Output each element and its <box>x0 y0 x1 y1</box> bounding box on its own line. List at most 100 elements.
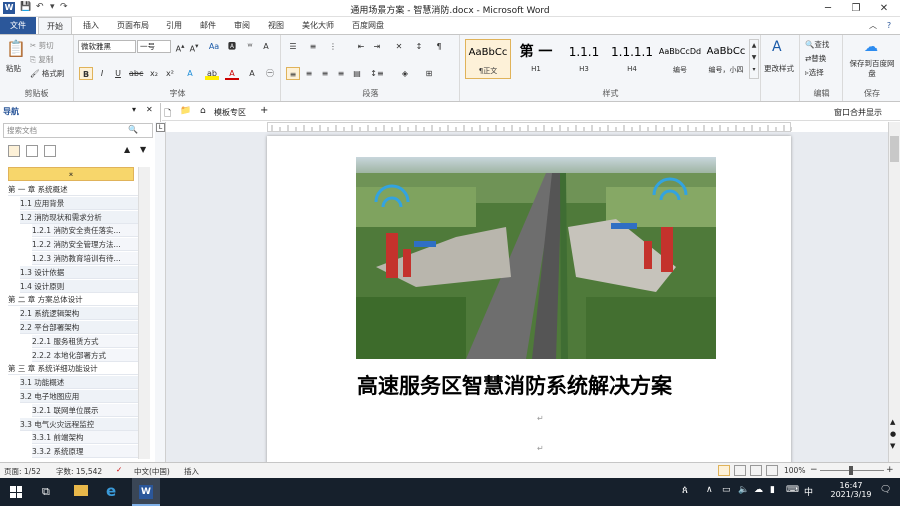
align-right-icon[interactable]: ≡ <box>318 67 332 80</box>
tab-selector-icon[interactable]: L <box>156 123 165 132</box>
sort-icon[interactable]: ↕ <box>412 40 426 53</box>
vertical-scrollbar[interactable]: ▲ ● ▼ <box>888 122 900 462</box>
scroll-thumb[interactable] <box>890 136 899 162</box>
language-indicator[interactable]: 中文(中国) <box>134 466 170 477</box>
add-tab-button[interactable]: + <box>260 105 268 116</box>
tab-file[interactable]: 文件 <box>0 17 36 34</box>
style-h3[interactable]: 1.1.1 H3 <box>561 39 607 79</box>
styles-more-icon[interactable]: ▲ ▼ ▾ <box>749 39 759 79</box>
align-left-icon[interactable]: ≡ <box>286 67 300 80</box>
nav-heading-item[interactable]: 3.3.1 前端架构 <box>32 431 148 445</box>
nav-menu-icon[interactable]: ▾ <box>132 105 136 114</box>
underline-icon[interactable]: U <box>111 67 125 80</box>
increase-indent-icon[interactable]: ⇥ <box>370 40 384 53</box>
char-border-icon[interactable]: A <box>259 40 273 53</box>
zoom-level[interactable]: 100% <box>784 466 805 475</box>
superscript-icon[interactable]: x² <box>163 67 177 80</box>
font-name-combo[interactable]: 微软雅黑 <box>78 40 136 53</box>
text-effects-icon[interactable]: A <box>183 67 197 80</box>
word-taskbar-button[interactable]: W <box>132 478 160 506</box>
numbering-icon[interactable]: ≡ <box>306 40 320 53</box>
highlight-icon[interactable]: ab <box>205 67 219 80</box>
nav-heading-item[interactable]: 1.2.2 消防安全管理方法... <box>32 238 148 252</box>
outline-view-icon[interactable] <box>766 465 778 476</box>
change-styles-button[interactable]: 更改样式 <box>764 63 794 74</box>
decrease-indent-icon[interactable]: ⇤ <box>354 40 368 53</box>
new-doc-icon[interactable]: 🗋 <box>164 106 171 122</box>
insert-mode[interactable]: 插入 <box>184 466 199 477</box>
style-h1[interactable]: 第 一 H1 <box>513 39 559 79</box>
replace-button[interactable]: ⇄替换 <box>805 53 826 64</box>
nav-heading-item[interactable]: 2.1 系统逻辑架构 <box>20 307 148 321</box>
nav-heading-item[interactable]: 3.2 电子地图应用 <box>20 390 148 403</box>
notification-icon[interactable]: 🗨 <box>880 485 891 495</box>
bullets-icon[interactable]: ☰ <box>286 40 300 53</box>
shrink-font-icon[interactable]: A▾ <box>187 40 201 54</box>
nav-heading-item[interactable]: 第 二 章 方案总体设计 <box>8 293 148 307</box>
change-styles-icon[interactable]: A <box>772 39 782 55</box>
tab-view[interactable]: 视图 <box>260 17 292 34</box>
tab-home[interactable]: 开始 <box>38 17 72 34</box>
home-icon[interactable]: ⌂ <box>200 106 206 116</box>
borders-icon[interactable]: ⊞ <box>422 67 436 80</box>
bold-icon[interactable]: B <box>79 67 93 80</box>
save-to-baidu-button[interactable]: 保存到百度网盘 <box>848 59 896 79</box>
nav-heading-item[interactable]: 1.2.3 消防教育培训有待... <box>32 252 148 265</box>
nav-heading-item[interactable]: 2.2.1 服务租赁方式 <box>32 334 148 348</box>
pages-view-icon[interactable] <box>26 145 38 157</box>
headings-view-icon[interactable] <box>8 145 20 157</box>
template-tab[interactable]: 模板专区 <box>214 107 246 118</box>
volume-icon[interactable]: 🔈 <box>738 485 749 495</box>
paste-icon[interactable]: 📋 <box>6 39 26 58</box>
zoom-thumb[interactable] <box>849 466 853 475</box>
nav-heading-item[interactable]: 2.2.2 本地化部署方式 <box>32 348 148 362</box>
next-heading-icon[interactable]: ▼ <box>140 145 146 154</box>
document-title[interactable]: 高速服务区智慧消防系统解决方案 <box>357 370 717 400</box>
page-count[interactable]: 页面: 1/52 <box>4 466 41 477</box>
shading-icon[interactable]: ◈ <box>398 67 412 80</box>
copy-button[interactable]: ⎘ 复制 <box>30 54 53 65</box>
nav-heading-item[interactable]: 1.3 设计依据 <box>20 265 148 279</box>
windows-start-icon[interactable] <box>10 486 22 498</box>
web-layout-icon[interactable] <box>750 465 762 476</box>
find-button[interactable]: 🔍查找 <box>805 39 829 50</box>
maximize-button[interactable]: ❐ <box>842 0 870 17</box>
help-icon[interactable]: ? <box>882 17 896 34</box>
browse-object-icon[interactable]: ● <box>890 430 896 438</box>
results-view-icon[interactable] <box>44 145 56 157</box>
tab-mailings[interactable]: 邮件 <box>192 17 224 34</box>
nav-heading-item[interactable]: 第 三 章 系统详细功能设计 <box>8 362 148 376</box>
file-explorer-icon[interactable] <box>74 485 88 496</box>
multilevel-list-icon[interactable]: ⋮ <box>326 40 340 53</box>
zoom-in-icon[interactable]: + <box>886 465 894 475</box>
char-shading-icon[interactable]: A <box>245 67 259 80</box>
nav-heading-item[interactable]: 3.2.1 联网单位展示 <box>32 403 148 417</box>
paste-button[interactable]: 粘贴 <box>6 63 21 74</box>
change-case-icon[interactable]: Aa <box>207 40 221 53</box>
network-icon[interactable]: ▭ <box>722 485 731 495</box>
baidu-cloud-icon[interactable]: ☁ <box>864 39 878 55</box>
phonetic-guide-icon[interactable]: ᵂ <box>243 40 257 53</box>
nav-collapse-all-icon[interactable]: ⌅ <box>8 167 134 181</box>
nav-heading-item[interactable]: 1.4 设计原则 <box>20 279 148 293</box>
nav-heading-item[interactable]: 2.2 平台部署架构 <box>20 321 148 334</box>
show-marks-icon[interactable]: ¶ <box>432 40 446 53</box>
font-size-combo[interactable]: 一号 <box>137 40 171 53</box>
nav-heading-item[interactable]: 1.2 消防现状和需求分析 <box>20 210 148 224</box>
style-h4[interactable]: 1.1.1.1 H4 <box>609 39 655 79</box>
fullscreen-reading-icon[interactable] <box>734 465 746 476</box>
style-numbering-small4[interactable]: AaBbCc 编号，小四 <box>703 39 749 79</box>
strikethrough-icon[interactable]: abc <box>129 67 143 80</box>
close-button[interactable]: ✕ <box>870 0 898 17</box>
chinese-layout-icon[interactable]: ✕ <box>392 40 406 53</box>
proofing-icon[interactable]: ✓ <box>116 465 122 474</box>
font-color-icon[interactable]: A <box>225 67 239 80</box>
tab-review[interactable]: 审阅 <box>226 17 258 34</box>
distributed-icon[interactable]: ▤ <box>350 67 364 80</box>
battery-icon[interactable]: ▮ <box>770 485 775 495</box>
zoom-out-icon[interactable]: − <box>810 465 818 475</box>
style-normal[interactable]: AaBbCc ¶正文 <box>465 39 511 79</box>
nav-heading-item[interactable]: 1.1 应用背景 <box>20 196 148 210</box>
folder-icon[interactable]: 📁 <box>180 106 191 116</box>
search-icon[interactable]: 🔍 <box>128 125 138 134</box>
